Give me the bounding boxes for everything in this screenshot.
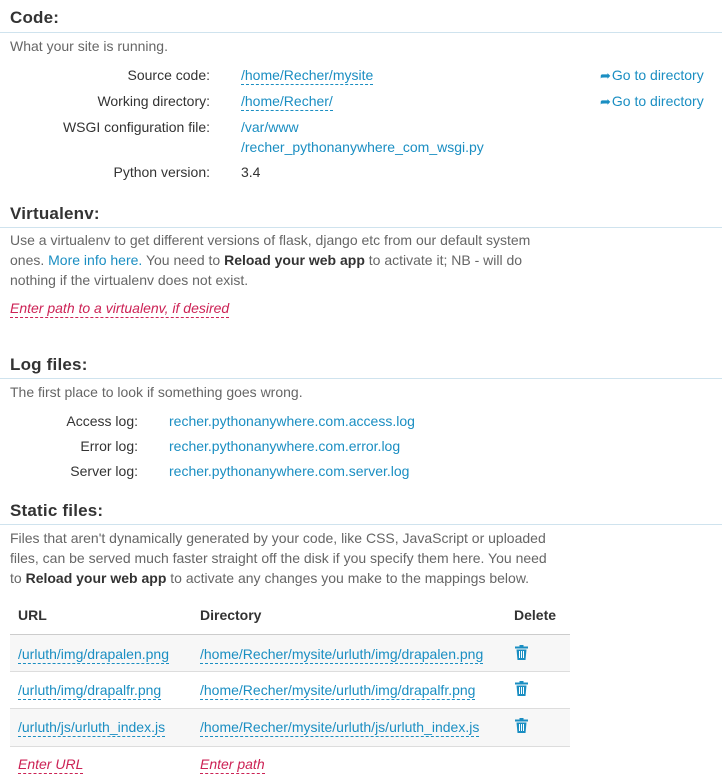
column-header-url: URL <box>18 607 47 623</box>
log-files-section-title: Log files: <box>10 355 88 374</box>
python-version-label: Python version: <box>113 164 211 180</box>
trash-icon[interactable] <box>515 645 528 660</box>
virtualenv-description-line1: Use a virtualenv to get different versio… <box>10 232 531 248</box>
server-log-label: Server log: <box>70 463 138 479</box>
log-files-section-rule <box>0 378 722 379</box>
virtualenv-description-line3: nothing if the virtualenv does not exist… <box>10 272 249 288</box>
virtualenv-description-line2: ones. More info here. You need to Reload… <box>10 252 523 268</box>
wsgi-config-link-line1[interactable]: /var/www <box>241 119 299 135</box>
more-info-link[interactable]: More info here. <box>48 252 142 268</box>
static-directory-cell[interactable]: /home/Recher/mysite/urluth/img/drapalfr.… <box>200 682 476 700</box>
static-description-line3: to Reload your web app to activate any c… <box>10 570 530 586</box>
code-description: What your site is running. <box>10 38 168 54</box>
goto-working-directory-link[interactable]: ➦Go to directory <box>600 93 704 110</box>
static-url-cell[interactable]: /urluth/img/drapalen.png <box>18 646 169 664</box>
row-divider <box>10 671 570 672</box>
static-directory-cell[interactable]: /home/Recher/mysite/urluth/js/urluth_ind… <box>200 719 480 737</box>
static-files-section-rule <box>0 524 722 525</box>
row-divider <box>10 746 570 747</box>
share-arrow-icon: ➦ <box>600 68 611 83</box>
enter-path-input[interactable]: Enter path <box>200 756 265 774</box>
error-log-label: Error log: <box>80 438 138 454</box>
static-url-cell[interactable]: /urluth/js/urluth_index.js <box>18 719 166 737</box>
virtualenv-section-title: Virtualenv: <box>10 204 100 223</box>
python-version-value[interactable]: 3.4 <box>241 164 260 180</box>
static-directory-cell[interactable]: /home/Recher/mysite/urluth/img/drapalen.… <box>200 646 484 664</box>
virtualenv-section-rule <box>0 227 722 228</box>
share-arrow-icon: ➦ <box>600 94 611 109</box>
source-code-label: Source code: <box>127 67 211 83</box>
working-directory-value[interactable]: /home/Recher/ <box>241 93 333 111</box>
code-section-title: Code: <box>10 8 60 27</box>
access-log-link[interactable]: recher.pythonanywhere.com.access.log <box>169 413 415 429</box>
error-log-link[interactable]: recher.pythonanywhere.com.error.log <box>169 438 400 454</box>
column-header-delete: Delete <box>514 607 557 623</box>
access-log-label: Access log: <box>66 413 138 429</box>
reload-web-app-text: Reload your web app <box>224 252 365 268</box>
server-log-link[interactable]: recher.pythonanywhere.com.server.log <box>169 463 409 479</box>
static-url-cell[interactable]: /urluth/img/drapalfr.png <box>18 682 162 700</box>
wsgi-config-label: WSGI configuration file: <box>62 119 210 135</box>
source-code-value[interactable]: /home/Recher/mysite <box>241 67 374 85</box>
trash-icon[interactable] <box>515 681 528 696</box>
trash-icon[interactable] <box>515 718 528 733</box>
log-files-description: The first place to look if something goe… <box>10 384 303 400</box>
enter-url-input[interactable]: Enter URL <box>18 756 84 774</box>
working-directory-label: Working directory: <box>97 93 210 109</box>
static-files-section-title: Static files: <box>10 501 104 520</box>
static-description-line2: files, can be served much faster straigh… <box>10 550 547 566</box>
reload-web-app-text: Reload your web app <box>25 570 167 586</box>
static-description-line1: Files that aren't dynamically generated … <box>10 530 546 546</box>
code-section-rule <box>0 32 722 33</box>
wsgi-config-link-line2[interactable]: /recher_pythonanywhere_com_wsgi.py <box>241 139 484 155</box>
virtualenv-path-input[interactable]: Enter path to a virtualenv, if desired <box>10 300 230 318</box>
goto-source-directory-link[interactable]: ➦Go to directory <box>600 67 704 84</box>
column-header-directory: Directory <box>200 607 262 623</box>
